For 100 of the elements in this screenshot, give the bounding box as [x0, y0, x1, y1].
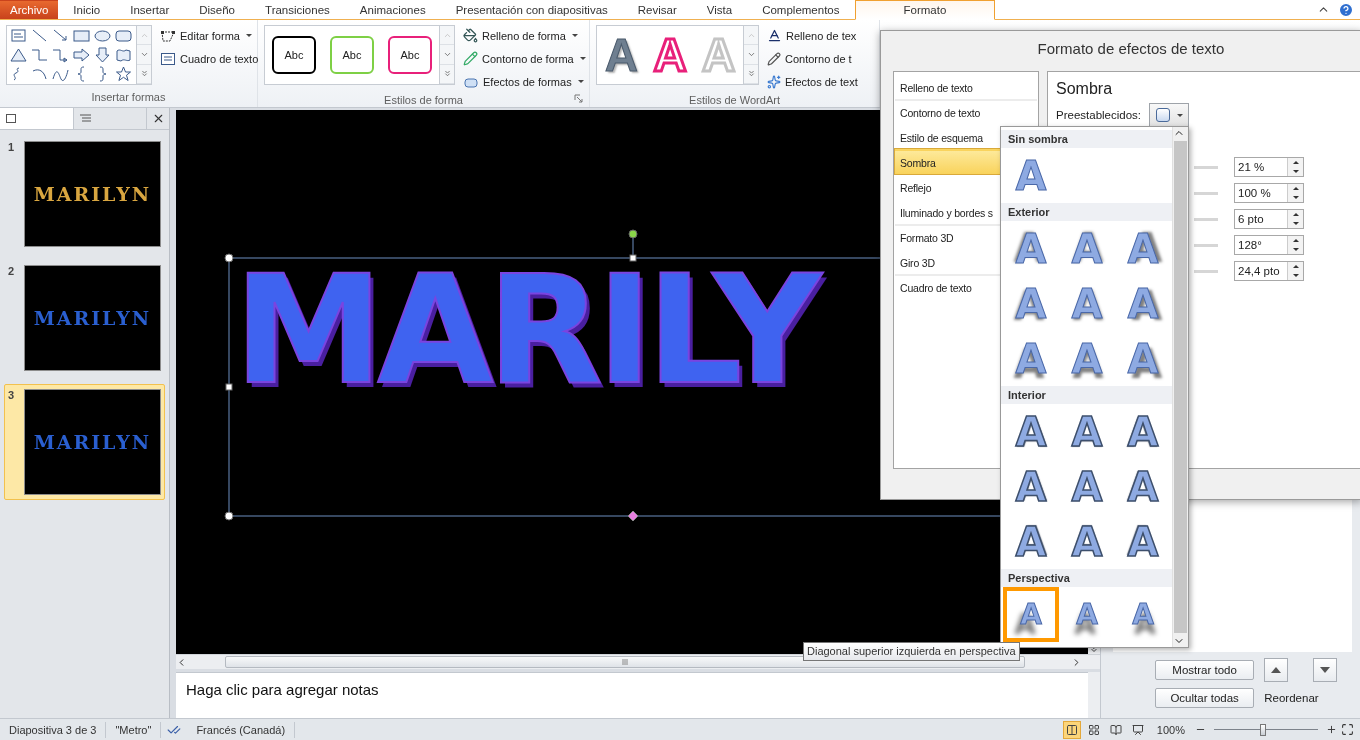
zoom-slider-thumb[interactable] [1259, 723, 1266, 736]
group-label: Insertar formas [90, 90, 167, 105]
line-icon[interactable] [30, 27, 49, 44]
ribbon-tab[interactable]: Revisar [622, 0, 692, 19]
fit-to-window-button[interactable] [1341, 723, 1354, 736]
help-icon[interactable] [1338, 1, 1354, 18]
ribbon-tab[interactable]: Presentación con diapositivas [440, 0, 623, 19]
ribbon-button[interactable]: Efectos de text [765, 71, 860, 92]
section-header: Perspectiva [1001, 569, 1172, 587]
text-fill-icon [767, 28, 782, 43]
arrow-line-icon[interactable] [51, 27, 70, 44]
slider-track[interactable] [1194, 217, 1218, 221]
category-item[interactable]: Relleno de texto [895, 74, 1037, 99]
move-down-button[interactable] [1313, 658, 1338, 682]
language-label[interactable]: Francés (Canadá) [187, 721, 296, 738]
slider-track[interactable] [1194, 243, 1218, 247]
move-up-button[interactable] [1264, 658, 1289, 682]
ribbon-tab[interactable]: Animaciones [344, 0, 441, 19]
view-icon [1109, 723, 1122, 736]
spin-field[interactable]: 6 pto [1234, 209, 1304, 229]
slider-track[interactable] [1194, 269, 1218, 273]
spin-field[interactable]: 100 % [1234, 183, 1304, 203]
category-item[interactable]: Contorno de texto [895, 99, 1037, 124]
star-icon[interactable] [114, 65, 133, 82]
ribbon-tab[interactable]: Complementos [747, 0, 855, 19]
paint-bucket-icon [463, 28, 478, 43]
ribbon-button[interactable]: Relleno de forma [461, 25, 588, 46]
ribbon-tab[interactable]: Transiciones [250, 0, 345, 19]
rounded-rectangle-icon[interactable] [114, 27, 133, 44]
scroll-thumb[interactable] [1174, 141, 1187, 633]
tooltip: Diagonal superior izquierda en perspectiva [803, 642, 1020, 661]
slider-track[interactable] [1194, 165, 1218, 169]
ribbon-button[interactable]: Contorno de t [765, 48, 860, 69]
slider-track[interactable] [1194, 191, 1218, 195]
ribbon-tab[interactable]: Formato [854, 0, 996, 20]
hide-all-button[interactable]: Ocultar todas [1155, 688, 1255, 708]
notes-scrollbar[interactable] [1088, 672, 1100, 718]
down-arrow-icon[interactable] [93, 46, 112, 63]
rectangle-icon[interactable] [72, 27, 91, 44]
slide-thumbnail-row[interactable]: 1 MARILYN [4, 136, 165, 252]
oval-icon[interactable] [93, 27, 112, 44]
spin-field[interactable]: 128° [1234, 235, 1304, 255]
slides-tab[interactable] [0, 108, 74, 129]
grip-icon [622, 659, 628, 665]
double-chevron-down-icon [746, 69, 756, 79]
shape-style-option[interactable]: Abc [388, 36, 432, 74]
view-icon [1065, 723, 1078, 736]
zoom-level[interactable]: 100% [1150, 723, 1191, 736]
group-label: Estilos de WordArt [688, 93, 781, 108]
ribbon-tab[interactable]: Diseño [184, 0, 251, 19]
edit-shape-icon [160, 28, 176, 43]
elbow-arrow-icon[interactable] [51, 46, 70, 63]
right-arrow-icon[interactable] [72, 46, 91, 63]
presets-label: Preestablecidos: [1056, 109, 1142, 121]
text-box-icon[interactable] [9, 27, 28, 44]
normal-view-button[interactable] [1062, 720, 1081, 739]
spin-field[interactable]: 24,4 pto [1234, 261, 1304, 281]
ribbon-button[interactable]: Editar forma [158, 25, 261, 46]
presets-dropdown[interactable] [1149, 103, 1190, 127]
spin-field[interactable]: 21 % [1234, 157, 1304, 177]
slide-thumbnail-row[interactable]: 3 MARILYN [4, 384, 165, 500]
shape-style-option[interactable]: Abc [272, 36, 316, 74]
ribbon-button[interactable]: Efectos de formas [461, 71, 588, 92]
triangle-icon[interactable] [9, 46, 28, 63]
triangle-up-icon [1271, 667, 1282, 673]
triangle-down-icon [1320, 667, 1331, 673]
ribbon-tab[interactable]: Insertar [115, 0, 185, 19]
ribbon-button[interactable]: Relleno de tex [765, 25, 860, 46]
wordart-style-option[interactable]: A [599, 30, 644, 80]
chevron-down-icon [746, 50, 756, 59]
slide-number: 2 [8, 265, 16, 279]
ribbon-button[interactable]: Cuadro de texto [158, 48, 261, 69]
ribbon-tab[interactable]: Vista [691, 0, 748, 19]
shape-style-option[interactable]: Abc [330, 36, 374, 74]
wordart-title[interactable]: MARILY [234, 250, 816, 410]
section-header: Interior [1001, 386, 1172, 404]
ribbon-tab[interactable]: Archivo [0, 0, 59, 19]
theme-name[interactable]: "Metro" [106, 721, 162, 738]
section-header: Sin sombra [1001, 130, 1172, 148]
section-title: Sombra [1056, 80, 1114, 98]
slide-thumbnail-row[interactable]: 2 MARILYN [4, 260, 165, 376]
show-all-button[interactable]: Mostrar todo [1155, 660, 1255, 680]
wordart-style-option[interactable]: A [647, 30, 693, 80]
elbow-connector-icon[interactable] [30, 46, 49, 63]
zoom-in-button[interactable] [1326, 724, 1337, 735]
wave-shape-icon[interactable] [114, 46, 133, 63]
view-icon [1131, 723, 1144, 736]
thumbnail-title: MARILYN [33, 431, 152, 453]
swatch-icon [1155, 108, 1170, 122]
double-chevron-down-icon [442, 69, 452, 79]
ribbon-tab[interactable]: Inicio [58, 0, 116, 19]
menu-scrollbar[interactable] [1172, 127, 1188, 647]
dialog-launcher-icon[interactable] [574, 94, 583, 103]
ribbon-button[interactable]: Contorno de forma [461, 48, 588, 69]
chevron-down-icon [139, 50, 149, 59]
thumbnail-title: MARILYN [33, 307, 152, 329]
text-box-icon [160, 51, 176, 66]
caret-icon [577, 80, 584, 83]
notes-field[interactable]: Haga clic para agregar notas [176, 672, 1088, 718]
chevron-down-icon [442, 50, 452, 59]
